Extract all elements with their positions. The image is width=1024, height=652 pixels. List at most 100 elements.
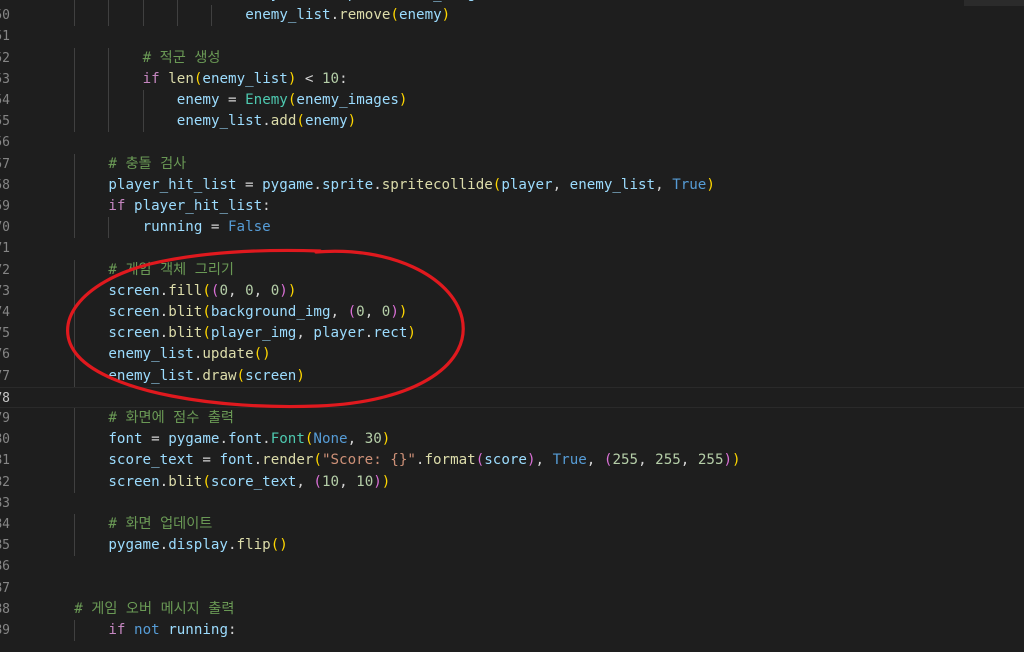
code-token: player_hit_list xyxy=(134,198,263,214)
code-token: ) xyxy=(723,452,733,469)
code-token: blit xyxy=(168,304,203,320)
line-code: if len(enemy_list) < 10: xyxy=(143,69,348,90)
code-line[interactable]: 80 font = pygame.font.Font(None, 30) xyxy=(0,429,1024,450)
code-token: enemy_list xyxy=(108,367,194,384)
code-line[interactable]: 59 if player_hit_list: xyxy=(0,196,1024,217)
code-token: ) xyxy=(347,113,357,130)
line-number: 53 xyxy=(0,71,10,87)
code-line[interactable]: 72 # 게임 객체 그리기 xyxy=(0,260,1024,281)
code-line[interactable]: 73 screen.fill((0, 0, 0)) xyxy=(0,281,1024,302)
code-token: enemy_list xyxy=(245,7,331,24)
code-line[interactable]: 52 # 적군 생성 xyxy=(0,48,1024,69)
code-token: : xyxy=(493,0,502,2)
code-token: remove xyxy=(339,7,391,24)
code-token: ( xyxy=(202,282,211,299)
code-line[interactable]: 83 xyxy=(0,493,1024,514)
line-number: 74 xyxy=(0,305,10,320)
code-line[interactable]: 74 screen.blit(background_img, (0, 0)) xyxy=(0,302,1024,323)
line-number: 75 xyxy=(0,326,10,342)
code-line[interactable]: 89 if not running: xyxy=(0,620,1024,641)
code-token: not xyxy=(134,622,160,638)
code-line[interactable]: 70 running = False xyxy=(0,217,1024,238)
code-line[interactable]: 53 if len(enemy_list) < 10: xyxy=(0,69,1024,90)
code-line[interactable]: 86 xyxy=(0,556,1024,577)
code-token: ) xyxy=(373,473,382,490)
code-token: pygame xyxy=(262,176,314,193)
code-line[interactable]: 81 score_text = font.render("Score: {}".f… xyxy=(0,450,1024,471)
code-token: . xyxy=(227,537,237,554)
line-code: enemy = Enemy(enemy_images) xyxy=(177,90,408,111)
code-token: rect xyxy=(288,0,322,2)
code-token: flip xyxy=(236,537,271,554)
line-code: screen.blit(player_img, player.rect) xyxy=(108,323,416,344)
code-token: = xyxy=(219,92,246,108)
line-number: 78 xyxy=(0,390,10,406)
code-token: player_hit_list xyxy=(108,176,237,193)
code-token: enemy xyxy=(176,92,220,108)
code-token: : xyxy=(262,198,271,214)
code-token: if xyxy=(108,622,126,638)
code-token: player_img xyxy=(210,325,297,342)
code-token: ) xyxy=(706,176,715,193)
code-token: . xyxy=(262,113,271,130)
line-number: 86 xyxy=(0,559,10,575)
line-code: pygame.display.flip() xyxy=(108,535,287,556)
code-token: < xyxy=(296,70,322,87)
code-line[interactable]: 88 # 게임 오버 메시지 출력 xyxy=(0,599,1024,620)
code-token: format xyxy=(424,452,476,469)
line-number: 51 xyxy=(0,29,10,45)
code-line[interactable]: 71 xyxy=(0,238,1024,259)
code-editor[interactable]: 49if enemy.rect.top > screen_height:50en… xyxy=(0,0,1024,652)
code-token: ) xyxy=(398,92,408,108)
code-token: len xyxy=(168,70,194,87)
code-line[interactable]: 84 # 화면 업데이트 xyxy=(0,514,1024,535)
code-token: . xyxy=(262,431,271,448)
code-line[interactable]: 54 enemy = Enemy(enemy_images) xyxy=(0,90,1024,111)
line-number: 52 xyxy=(0,50,10,66)
code-token: True xyxy=(552,452,587,469)
code-token: , xyxy=(330,304,348,320)
line-code: if player_hit_list: xyxy=(108,196,270,217)
code-token: enemy_list xyxy=(569,176,656,193)
code-line[interactable]: 78 xyxy=(0,386,1024,408)
code-token: 255 xyxy=(612,452,639,469)
code-token: . xyxy=(159,537,169,554)
code-line[interactable]: 87 xyxy=(0,578,1024,599)
code-line[interactable]: 50 enemy_list.remove(enemy) xyxy=(0,5,1024,26)
code-token: rect xyxy=(373,325,408,342)
code-token: enemy xyxy=(398,7,442,24)
code-token: 10 xyxy=(322,70,340,87)
code-token: 10 xyxy=(356,473,374,490)
code-token: ( xyxy=(270,537,280,554)
code-line[interactable]: 79 # 화면에 점수 출력 xyxy=(0,408,1024,429)
line-number: 57 xyxy=(0,156,10,172)
code-token: enemy_list xyxy=(108,346,194,363)
code-token: 255 xyxy=(697,452,724,469)
code-token: . xyxy=(219,431,228,448)
code-token: , xyxy=(638,452,656,469)
code-line[interactable]: 85pygame.display.flip() xyxy=(0,535,1024,556)
code-line[interactable]: 77 enemy_list.draw(screen) xyxy=(0,366,1024,387)
code-token: False xyxy=(228,219,271,236)
code-token: = xyxy=(202,219,229,236)
code-token: 255 xyxy=(655,452,681,469)
code-line[interactable]: 51 xyxy=(0,26,1024,47)
code-line[interactable]: 82screen.blit(score_text, (10, 10)) xyxy=(0,472,1024,493)
line-code: enemy_list.add(enemy) xyxy=(177,111,356,132)
code-line[interactable]: 56 xyxy=(0,132,1024,153)
code-line[interactable]: 58player_hit_list = pygame.sprite.sprite… xyxy=(0,175,1024,196)
line-code: screen.blit(score_text, (10, 10)) xyxy=(108,472,390,493)
code-token: spritecollide xyxy=(381,176,493,193)
code-line[interactable]: 76 enemy_list.update() xyxy=(0,344,1024,365)
code-line[interactable]: 55 enemy_list.add(enemy) xyxy=(0,111,1024,132)
code-token: . xyxy=(159,282,169,299)
code-token: draw xyxy=(202,367,237,384)
code-line[interactable]: 75 screen.blit(player_img, player.rect) xyxy=(0,323,1024,344)
code-line[interactable]: 57 # 충돌 검사 xyxy=(0,154,1024,175)
line-code: # 게임 객체 그리기 xyxy=(108,260,234,281)
line-number: 56 xyxy=(0,135,10,151)
code-token: ( xyxy=(475,452,485,469)
scroll-shadow xyxy=(964,0,1024,6)
